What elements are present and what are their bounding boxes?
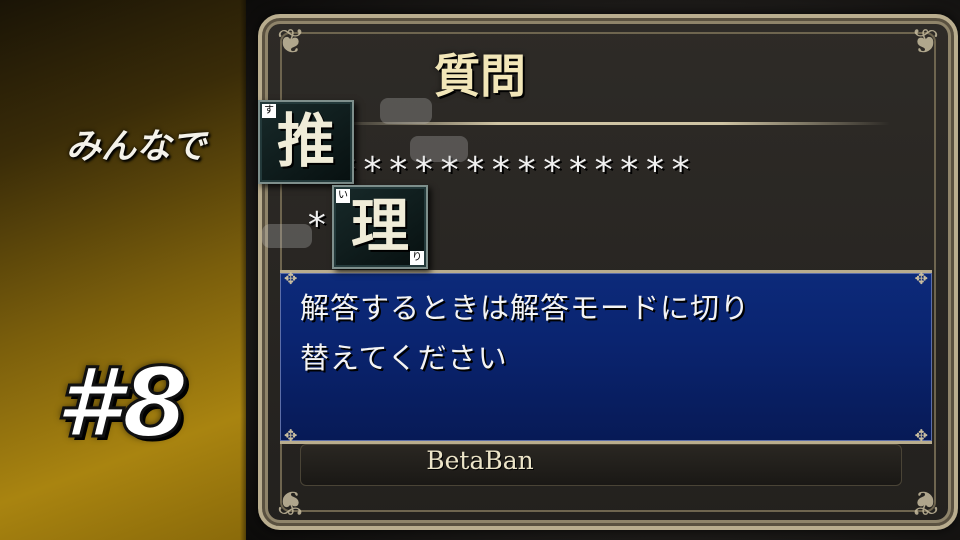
episode-number: #8 (54, 347, 191, 459)
frame-ornament-icon: ❦ (276, 482, 306, 522)
footer-label: BetaBan (426, 446, 534, 475)
corner-flourish-icon: ✥ (914, 269, 928, 288)
corner-flourish-icon: ✥ (914, 426, 928, 445)
message-box[interactable]: ✥ ✥ ✥ ✥ 解答するときは解答モードに切り 替えてください (280, 269, 932, 445)
corner-flourish-icon: ✥ (284, 269, 298, 288)
message-line: 解答するときは解答モードに切り (300, 291, 751, 325)
frame-ornament-icon: ❦ (910, 482, 940, 522)
logo-furigana: い (336, 189, 350, 203)
message-line: 替えてください (300, 341, 508, 375)
dialog-title: 質問 (434, 49, 526, 103)
message-text: 解答するときは解答モードに切り 替えてください (300, 283, 916, 383)
logo-kanji-tile: 理 い り (332, 185, 428, 269)
logo-furigana: り (410, 251, 424, 265)
logo-prefix: みんなで (66, 127, 207, 167)
logo-kanji-tile: 推 す (258, 100, 354, 184)
logo-furigana: す (262, 104, 276, 118)
corner-flourish-icon: ✥ (284, 426, 298, 445)
speech-bubble-decoration (262, 224, 312, 248)
speech-bubble-decoration (410, 136, 468, 162)
speech-bubble-decoration (380, 98, 432, 124)
